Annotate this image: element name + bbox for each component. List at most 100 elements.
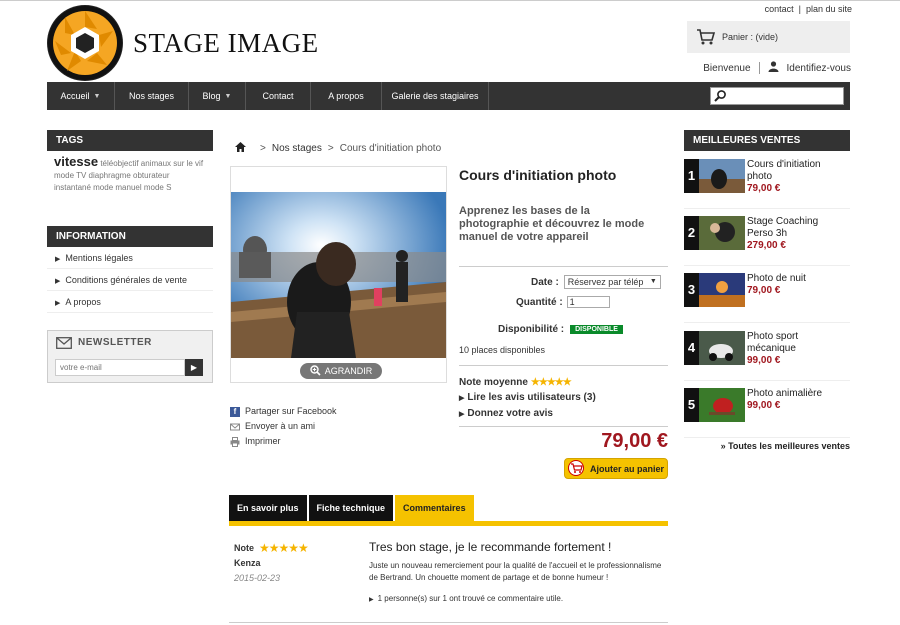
review-date: 2015-02-23: [234, 573, 281, 583]
sitemap-link[interactable]: plan du site: [806, 4, 852, 14]
date-row: Date : Réservez par télép ▼: [531, 275, 661, 289]
share-facebook-label: Partager sur Facebook: [245, 406, 337, 416]
bestseller-name[interactable]: Stage Coaching Perso 3h 279,00 €: [747, 216, 847, 252]
product-photo[interactable]: [231, 192, 446, 358]
tab-commentaires[interactable]: Commentaires: [395, 495, 474, 521]
logo-text[interactable]: STAGE IMAGE: [133, 28, 319, 59]
bestseller-name[interactable]: Cours d'initiation photo 79,00 €: [747, 159, 847, 195]
share-print[interactable]: Imprimer: [230, 434, 337, 449]
search-input[interactable]: [710, 87, 844, 105]
share-email-label: Envoyer à un ami: [245, 421, 316, 431]
tags-heading: TAGS: [47, 130, 213, 151]
rating-block: Note moyenne ★★★★★ ▶ Lire les avis utilis…: [459, 375, 596, 422]
info-label: A propos: [65, 297, 101, 307]
bestseller-title: Photo sport mécanique: [747, 331, 799, 354]
date-select[interactable]: Réservez par télép ▼: [563, 275, 661, 289]
nav-label: Galerie des stagiaires: [391, 91, 479, 101]
info-item-cgv[interactable]: ▶ Conditions générales de vente: [47, 269, 213, 291]
review-author: Kenza: [234, 558, 261, 568]
bestseller-item[interactable]: 2 Stage Coaching Perso 3h 279,00 €: [684, 216, 850, 266]
tag-cloud: vitesse téléobjectif animaux sur le vif …: [54, 154, 207, 194]
arrow-right-icon: ▶: [459, 411, 465, 418]
add-to-cart-button[interactable]: Ajouter au panier: [564, 458, 668, 479]
zoom-button[interactable]: AGRANDIR: [300, 363, 382, 379]
bestseller-rank: 2: [684, 216, 699, 250]
share-facebook[interactable]: f Partager sur Facebook: [230, 404, 337, 419]
review-content: Tres bon stage, je le recommande forteme…: [369, 540, 669, 603]
bestseller-thumbnail[interactable]: [699, 388, 745, 422]
login-link[interactable]: Identifiez-vous: [787, 63, 851, 74]
rating-stars-icon: ★★★★★: [530, 377, 572, 388]
contact-link[interactable]: contact: [765, 4, 794, 14]
availability-badge: DISPONIBLE: [570, 325, 623, 334]
breadcrumb-stages[interactable]: Nos stages: [272, 143, 322, 154]
bestseller-item[interactable]: 5 Photo animalière 99,00 €: [684, 388, 850, 438]
share-email[interactable]: Envoyer à un ami: [230, 419, 337, 434]
qty-row: Quantité : 1: [516, 296, 610, 308]
bestseller-name[interactable]: Photo de nuit 79,00 €: [747, 273, 847, 297]
review-stars-icon: ★★★★★: [259, 541, 309, 555]
share-print-label: Imprimer: [245, 436, 281, 446]
nav-item-blog[interactable]: Blog ▼: [189, 82, 246, 110]
date-label: Date :: [531, 276, 559, 288]
search-icon: [713, 89, 727, 106]
nav-item-accueil[interactable]: Accueil ▼: [47, 82, 115, 110]
newsletter-submit-button[interactable]: ▶: [185, 359, 203, 376]
bestseller-name[interactable]: Photo sport mécanique 99,00 €: [747, 331, 847, 367]
bestseller-rank: 5: [684, 388, 699, 422]
info-label: Mentions légales: [65, 253, 133, 263]
chevron-down-icon: ▼: [649, 278, 657, 285]
nav-label: A propos: [328, 91, 364, 101]
welcome-text: Bienvenue: [703, 62, 751, 74]
account-links: Bienvenue Identifiez-vous: [703, 61, 851, 75]
bestseller-title: Photo animalière: [747, 388, 823, 399]
read-reviews-label: Lire les avis utilisateurs (3): [467, 392, 596, 403]
tab-fiche-technique[interactable]: Fiche technique: [308, 495, 394, 521]
bestseller-thumbnail[interactable]: [699, 159, 745, 193]
divider: [459, 426, 668, 427]
tag-main[interactable]: vitesse: [54, 154, 98, 169]
email-icon: [230, 422, 240, 432]
bestseller-rank: 3: [684, 273, 699, 307]
bestseller-item[interactable]: 1 Cours d'initiation photo 79,00 €: [684, 159, 850, 209]
logo-icon[interactable]: [47, 5, 123, 81]
give-review-label: Donnez votre avis: [467, 408, 553, 419]
cart-summary[interactable]: Panier : (vide): [687, 21, 850, 53]
divider: [229, 622, 668, 623]
review-useful[interactable]: ▶ 1 personne(s) sur 1 ont trouvé ce comme…: [369, 594, 669, 603]
info-item-mentions[interactable]: ▶ Mentions légales: [47, 247, 213, 269]
nav-item-stages[interactable]: Nos stages: [115, 82, 189, 110]
bestseller-item[interactable]: 4 Photo sport mécanique 99,00 €: [684, 331, 850, 381]
newsletter-email-input[interactable]: [55, 359, 185, 376]
give-review-link[interactable]: ▶ Donnez votre avis: [459, 406, 596, 422]
quantity-input[interactable]: 1: [566, 296, 610, 308]
bestseller-title: Photo de nuit: [747, 273, 806, 284]
nav-item-contact[interactable]: Contact: [246, 82, 311, 110]
user-icon: [768, 61, 779, 75]
bestseller-thumbnail[interactable]: [699, 331, 745, 365]
tab-en-savoir-plus[interactable]: En savoir plus: [229, 495, 307, 521]
home-icon[interactable]: [235, 142, 246, 155]
bestseller-name[interactable]: Photo animalière 99,00 €: [747, 388, 847, 412]
availability-row: Disponibilité : DISPONIBLE: [498, 324, 623, 335]
envelope-icon: [56, 337, 72, 352]
cart-icon: [568, 459, 586, 478]
nav-label: Blog: [202, 91, 221, 101]
bestseller-thumbnail[interactable]: [699, 216, 745, 250]
read-reviews-link[interactable]: ▶ Lire les avis utilisateurs (3): [459, 390, 596, 406]
bestseller-item[interactable]: 3 Photo de nuit 79,00 €: [684, 273, 850, 323]
zoom-icon: [310, 364, 321, 378]
product-image[interactable]: AGRANDIR: [230, 166, 447, 383]
bestseller-rank: 1: [684, 159, 699, 193]
nav-item-apropos[interactable]: A propos: [311, 82, 382, 110]
main-nav: Accueil ▼ Nos stages Blog ▼ Contact A prop…: [47, 82, 850, 110]
nav-item-galerie[interactable]: Galerie des stagiaires: [382, 82, 489, 110]
info-item-apropos[interactable]: ▶ A propos: [47, 291, 213, 313]
date-value: Réservez par télép: [567, 277, 644, 287]
review-useful-label: 1 personne(s) sur 1 ont trouvé ce commen…: [377, 594, 564, 603]
review-meta: Note ★★★★★ Kenza 2015-02-23: [234, 541, 309, 586]
all-bestsellers-link[interactable]: » Toutes les meilleures ventes: [721, 441, 850, 451]
bestseller-price: 99,00 €: [747, 400, 781, 411]
bestseller-thumbnail[interactable]: [699, 273, 745, 307]
tab-bar: En savoir plus Fiche technique Commentai…: [229, 495, 476, 521]
